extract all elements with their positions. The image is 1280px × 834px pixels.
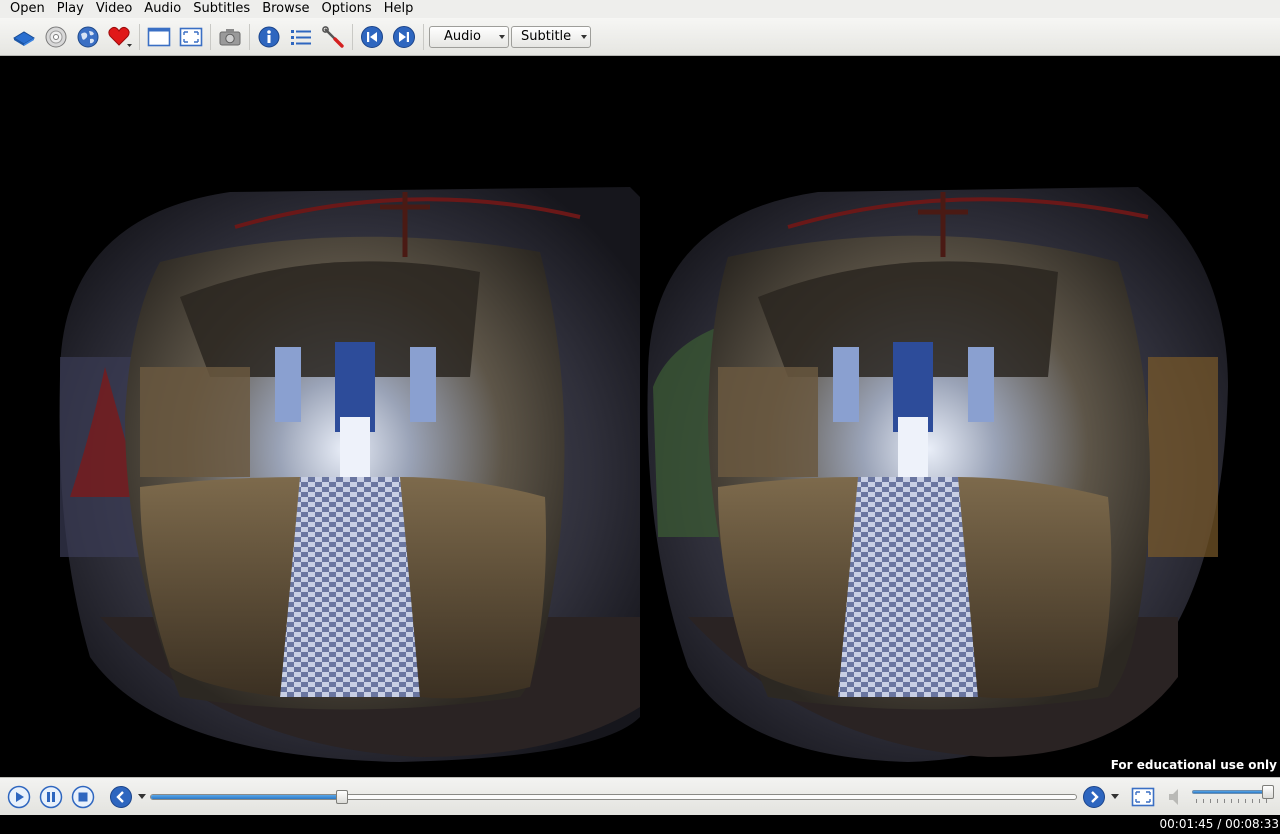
screenshot-icon xyxy=(219,28,241,45)
menu-help[interactable]: Help xyxy=(378,0,420,18)
chevron-down-icon xyxy=(581,34,587,39)
menu-subtitles[interactable]: Subtitles xyxy=(187,0,256,18)
seek-handle[interactable] xyxy=(336,790,349,804)
window-icon xyxy=(147,27,171,46)
window-mode-button[interactable] xyxy=(145,23,173,51)
menu-browse[interactable]: Browse xyxy=(256,0,315,18)
toolbar-separator xyxy=(352,23,353,50)
subtitle-select-label: Subtitle xyxy=(521,29,572,44)
favorites-button[interactable] xyxy=(106,23,134,51)
video-frame xyxy=(59,187,1228,762)
playlist-icon xyxy=(291,29,311,45)
menu-audio[interactable]: Audio xyxy=(138,0,187,18)
volume-ticks xyxy=(1196,799,1268,803)
mute-button[interactable] xyxy=(1164,785,1188,809)
forward-button[interactable] xyxy=(1082,785,1106,809)
toolbar-separator xyxy=(139,23,140,50)
open-disc-button[interactable] xyxy=(42,23,70,51)
info-button[interactable] xyxy=(255,23,283,51)
rewind-menu-chevron-down-icon[interactable] xyxy=(138,794,146,799)
menu-video[interactable]: Video xyxy=(90,0,138,18)
forward-menu-chevron-down-icon[interactable] xyxy=(1111,794,1119,799)
disc-icon xyxy=(45,26,67,47)
subtitle-track-select[interactable]: Subtitle xyxy=(511,25,591,48)
video-watermark: For educational use only xyxy=(1110,758,1277,772)
screenshot-button[interactable] xyxy=(216,23,244,51)
left-eye-view xyxy=(59,187,640,762)
play-icon xyxy=(7,785,31,809)
menu-open[interactable]: Open xyxy=(4,0,51,18)
previous-button[interactable] xyxy=(358,23,386,51)
fullscreen-icon xyxy=(179,27,203,46)
network-icon xyxy=(77,26,99,47)
seek-bar[interactable] xyxy=(150,790,1077,804)
open-file-button[interactable] xyxy=(10,23,38,51)
seek-progress-fill xyxy=(151,795,343,799)
favorites-icon xyxy=(108,26,132,47)
speaker-icon xyxy=(1169,789,1178,805)
open-network-button[interactable] xyxy=(74,23,102,51)
next-button[interactable] xyxy=(390,23,418,51)
fullscreen-icon xyxy=(1131,787,1155,807)
menu-options[interactable]: Options xyxy=(316,0,378,18)
right-eye-view xyxy=(647,187,1228,762)
toolbar: Audio Subtitle xyxy=(0,18,1280,56)
open-file-icon xyxy=(13,30,35,46)
pause-button[interactable] xyxy=(39,785,63,809)
pause-icon xyxy=(39,785,63,809)
preferences-button[interactable] xyxy=(319,23,347,51)
toolbar-separator xyxy=(249,23,250,50)
menu-play[interactable]: Play xyxy=(51,0,90,18)
forward-icon xyxy=(1083,786,1105,808)
toolbar-separator xyxy=(423,23,424,50)
audio-track-select[interactable]: Audio xyxy=(429,25,509,48)
stop-icon xyxy=(71,785,95,809)
play-button[interactable] xyxy=(7,785,31,809)
stop-button[interactable] xyxy=(71,785,95,809)
fullscreen-toggle-button[interactable] xyxy=(1131,785,1155,809)
volume-handle[interactable] xyxy=(1262,785,1274,799)
rewind-icon xyxy=(110,786,132,808)
info-icon xyxy=(258,26,280,47)
status-bar: 00:01:45 / 00:08:33 xyxy=(0,815,1280,834)
playlist-button[interactable] xyxy=(287,23,315,51)
next-icon xyxy=(393,25,415,48)
playback-time: 00:01:45 / 00:08:33 xyxy=(1159,817,1279,831)
volume-slider[interactable] xyxy=(1192,790,1268,794)
previous-icon xyxy=(361,25,383,48)
rewind-button[interactable] xyxy=(109,785,133,809)
preferences-icon xyxy=(322,25,344,48)
menu-bar: Open Play Video Audio Subtitles Browse O… xyxy=(0,0,1280,18)
chevron-down-icon xyxy=(499,34,505,39)
playback-controls xyxy=(0,777,1280,815)
audio-select-label: Audio xyxy=(444,29,481,44)
fullscreen-button[interactable] xyxy=(177,23,205,51)
toolbar-separator xyxy=(210,23,211,50)
video-display[interactable]: For educational use only xyxy=(0,57,1280,777)
